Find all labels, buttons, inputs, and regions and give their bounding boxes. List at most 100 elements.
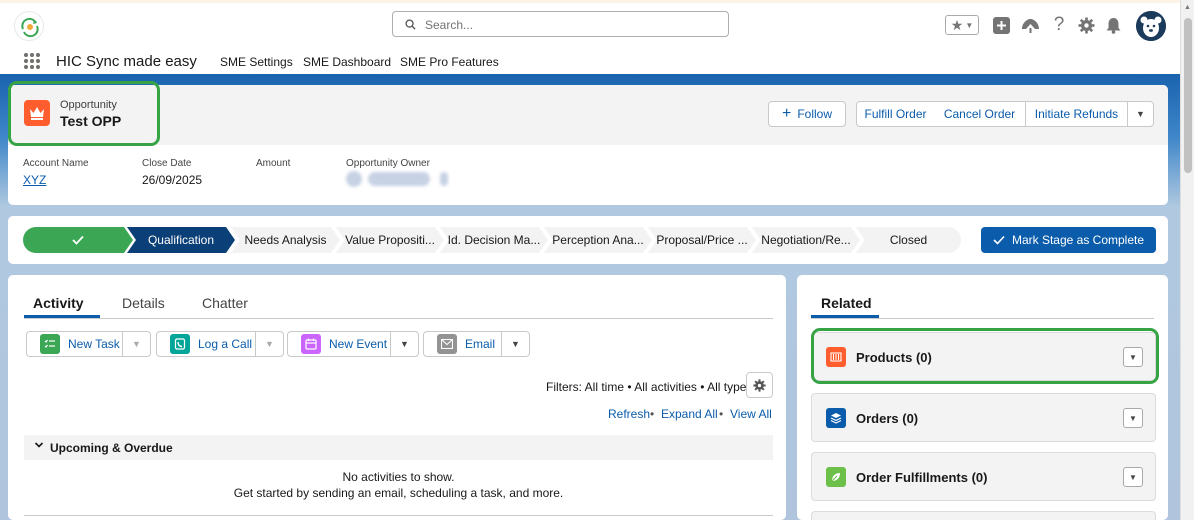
sales-path: Qualification Needs Analysis Value Propo…: [8, 216, 1168, 264]
activity-filter-settings-button[interactable]: [746, 372, 773, 398]
related-list-menu-button[interactable]: ▼: [1123, 408, 1143, 428]
fulfill-order-button[interactable]: Fulfill Order: [856, 101, 935, 127]
tab-activity[interactable]: Activity: [33, 295, 84, 311]
view-all-link[interactable]: View All: [730, 407, 772, 421]
app-launcher-icon[interactable]: [24, 53, 40, 69]
stage-label: Closed: [889, 233, 928, 247]
link-separator: •: [650, 407, 655, 421]
new-task-action: New Task ▼: [26, 331, 151, 357]
stage-label: Qualification: [147, 233, 215, 247]
path-stage-qualification[interactable]: Qualification: [127, 227, 235, 253]
sync-logo-icon: [21, 17, 39, 38]
refresh-link[interactable]: Refresh: [608, 407, 650, 421]
app-logo[interactable]: [14, 11, 44, 41]
mark-stage-complete-button[interactable]: Mark Stage as Complete: [981, 227, 1156, 253]
record-highlights-panel: Opportunity Test OPP + Follow Fulfill Ord…: [8, 85, 1168, 205]
new-event-action: New Event ▼: [287, 331, 419, 357]
chevron-down-icon: ▼: [1129, 413, 1137, 423]
field-label: Amount: [256, 158, 291, 169]
scrollbar-thumb[interactable]: [1184, 18, 1192, 173]
owner-value-redacted[interactable]: [346, 171, 448, 187]
related-list-title[interactable]: Order Fulfillments (0): [856, 470, 987, 485]
no-activities-message: No activities to show.: [342, 470, 455, 484]
path-stage-id-decision-makers[interactable]: Id. Decision Ma...: [440, 227, 548, 253]
path-stage-closed[interactable]: Closed: [856, 227, 961, 253]
upcoming-overdue-title: Upcoming & Overdue: [50, 441, 173, 455]
chevron-down-icon: ▼: [1136, 109, 1145, 119]
orders-icon: [826, 408, 846, 428]
search-input[interactable]: [425, 16, 715, 33]
path-stage-negotiation-review[interactable]: Negotiation/Re...: [752, 227, 860, 253]
new-task-button[interactable]: New Task: [27, 332, 120, 356]
path-stage-perception-analysis[interactable]: Perception Ana...: [544, 227, 652, 253]
user-avatar[interactable]: [1136, 11, 1166, 41]
new-event-dropdown[interactable]: ▼: [390, 332, 418, 356]
owner-avatar: [346, 171, 362, 187]
gear-icon: [753, 378, 766, 392]
call-icon: [170, 334, 190, 354]
nav-item-sme-settings[interactable]: SME Settings: [220, 55, 293, 69]
path-stages: Qualification Needs Analysis Value Propo…: [23, 227, 961, 253]
stage-label: Perception Ana...: [552, 233, 644, 247]
nav-item-sme-pro-features[interactable]: SME Pro Features: [400, 55, 499, 69]
related-list-menu-button[interactable]: ▼: [1123, 467, 1143, 487]
global-search-box[interactable]: [392, 11, 729, 37]
trailhead-button[interactable]: [1019, 12, 1041, 38]
tab-details[interactable]: Details: [122, 295, 165, 311]
log-call-button[interactable]: Log a Call: [157, 332, 252, 356]
account-name-link[interactable]: XYZ: [23, 173, 89, 187]
new-event-button[interactable]: New Event: [288, 332, 387, 356]
close-date-value: 26/09/2025: [142, 173, 203, 187]
follow-button[interactable]: + Follow: [768, 101, 846, 127]
order-fulfillments-icon: [826, 467, 846, 487]
chevron-down-icon: [34, 440, 44, 453]
activity-panel: Activity Details Chatter New Task ▼ Log …: [8, 275, 786, 520]
stage-label: Negotiation/Re...: [761, 233, 851, 247]
app-name: HIC Sync made easy: [56, 53, 197, 70]
expand-all-link[interactable]: Expand All: [661, 407, 718, 421]
upcoming-overdue-section[interactable]: Upcoming & Overdue: [24, 435, 773, 460]
path-stage-completed[interactable]: [23, 227, 133, 253]
related-list-order-fulfillments[interactable]: Order Fulfillments (0) ▼: [811, 452, 1156, 501]
chevron-down-icon: ▼: [511, 339, 520, 349]
favorites-button[interactable]: ★ ▼: [945, 15, 979, 35]
field-account-name: Account Name XYZ: [23, 158, 89, 187]
notifications-button[interactable]: [1103, 12, 1123, 38]
chevron-down-icon: ▼: [400, 339, 409, 349]
email-dropdown[interactable]: ▼: [501, 332, 529, 356]
global-actions-button[interactable]: [991, 12, 1011, 38]
email-button[interactable]: Email: [424, 332, 495, 356]
initiate-refunds-button[interactable]: Initiate Refunds: [1025, 101, 1128, 127]
path-stage-needs-analysis[interactable]: Needs Analysis: [231, 227, 340, 253]
email-action: Email ▼: [423, 331, 530, 357]
search-icon: [405, 19, 416, 30]
path-stage-value-proposition[interactable]: Value Propositi...: [336, 227, 444, 253]
path-stage-proposal-price-quote[interactable]: Proposal/Price ...: [648, 227, 756, 253]
checkmark-icon: [993, 235, 1005, 245]
cancel-order-label: Cancel Order: [943, 107, 1016, 121]
related-list-title[interactable]: Orders (0): [856, 411, 918, 426]
more-actions-button[interactable]: ▼: [1127, 101, 1154, 127]
email-icon: [437, 334, 457, 354]
highlight-box-record-title: [8, 81, 160, 146]
divider: [24, 515, 773, 516]
checkmark-icon: [72, 235, 84, 245]
setup-button[interactable]: [1076, 12, 1096, 38]
field-close-date: Close Date 26/09/2025: [142, 158, 202, 187]
mark-stage-complete-label: Mark Stage as Complete: [1011, 233, 1145, 247]
link-separator: •: [719, 407, 724, 421]
tab-related[interactable]: Related: [821, 295, 872, 311]
related-list-orders[interactable]: Orders (0) ▼: [811, 393, 1156, 442]
trailhead-icon: [1021, 18, 1039, 33]
chevron-down-icon: ▼: [965, 20, 974, 30]
nav-item-sme-dashboard[interactable]: SME Dashboard: [303, 55, 391, 69]
page-scrollbar[interactable]: ▲: [1180, 0, 1194, 520]
cancel-order-button[interactable]: Cancel Order: [934, 101, 1026, 127]
scroll-up-arrow-icon[interactable]: ▲: [1184, 4, 1191, 11]
help-icon[interactable]: ?: [1049, 12, 1069, 38]
add-icon: +: [781, 105, 792, 122]
new-task-dropdown: ▼: [122, 332, 150, 356]
tab-chatter[interactable]: Chatter: [202, 295, 248, 311]
change-owner-icon[interactable]: [440, 172, 448, 186]
log-call-label: Log a Call: [198, 337, 253, 351]
